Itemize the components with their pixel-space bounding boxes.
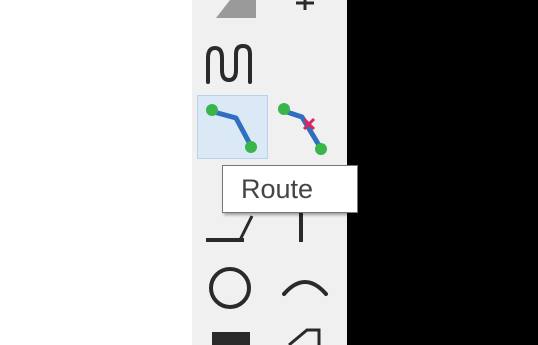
tooltip-text: Route (241, 173, 314, 204)
plus-icon (296, 0, 314, 10)
line-tool[interactable] (202, 212, 254, 248)
canvas-area[interactable] (0, 0, 192, 345)
polygon-icon (288, 328, 321, 345)
app-window: Route (0, 0, 538, 345)
vertical-line-tool[interactable] (292, 212, 312, 248)
shape-tool-partial[interactable] (210, 0, 260, 18)
arc-icon (282, 280, 328, 296)
filled-rect-icon (212, 332, 250, 345)
rectangle-tool[interactable] (212, 330, 252, 345)
meander-tool[interactable] (202, 40, 260, 86)
line-icon (206, 215, 254, 242)
circle-icon (209, 267, 251, 309)
meander-icon (206, 43, 252, 84)
dark-panel (347, 0, 538, 345)
gray-shape-icon (216, 0, 256, 18)
route-tool[interactable] (197, 95, 268, 159)
vertical-line-icon (299, 212, 303, 242)
arc-tool[interactable] (278, 270, 332, 306)
circle-tool[interactable] (204, 262, 256, 314)
route-remove-icon (278, 103, 327, 155)
tooltip: Route (222, 165, 358, 213)
polygon-tool[interactable] (285, 326, 325, 345)
route-icon (206, 104, 257, 153)
unroute-tool[interactable] (274, 97, 334, 159)
plus-tool-partial[interactable] (290, 0, 320, 18)
